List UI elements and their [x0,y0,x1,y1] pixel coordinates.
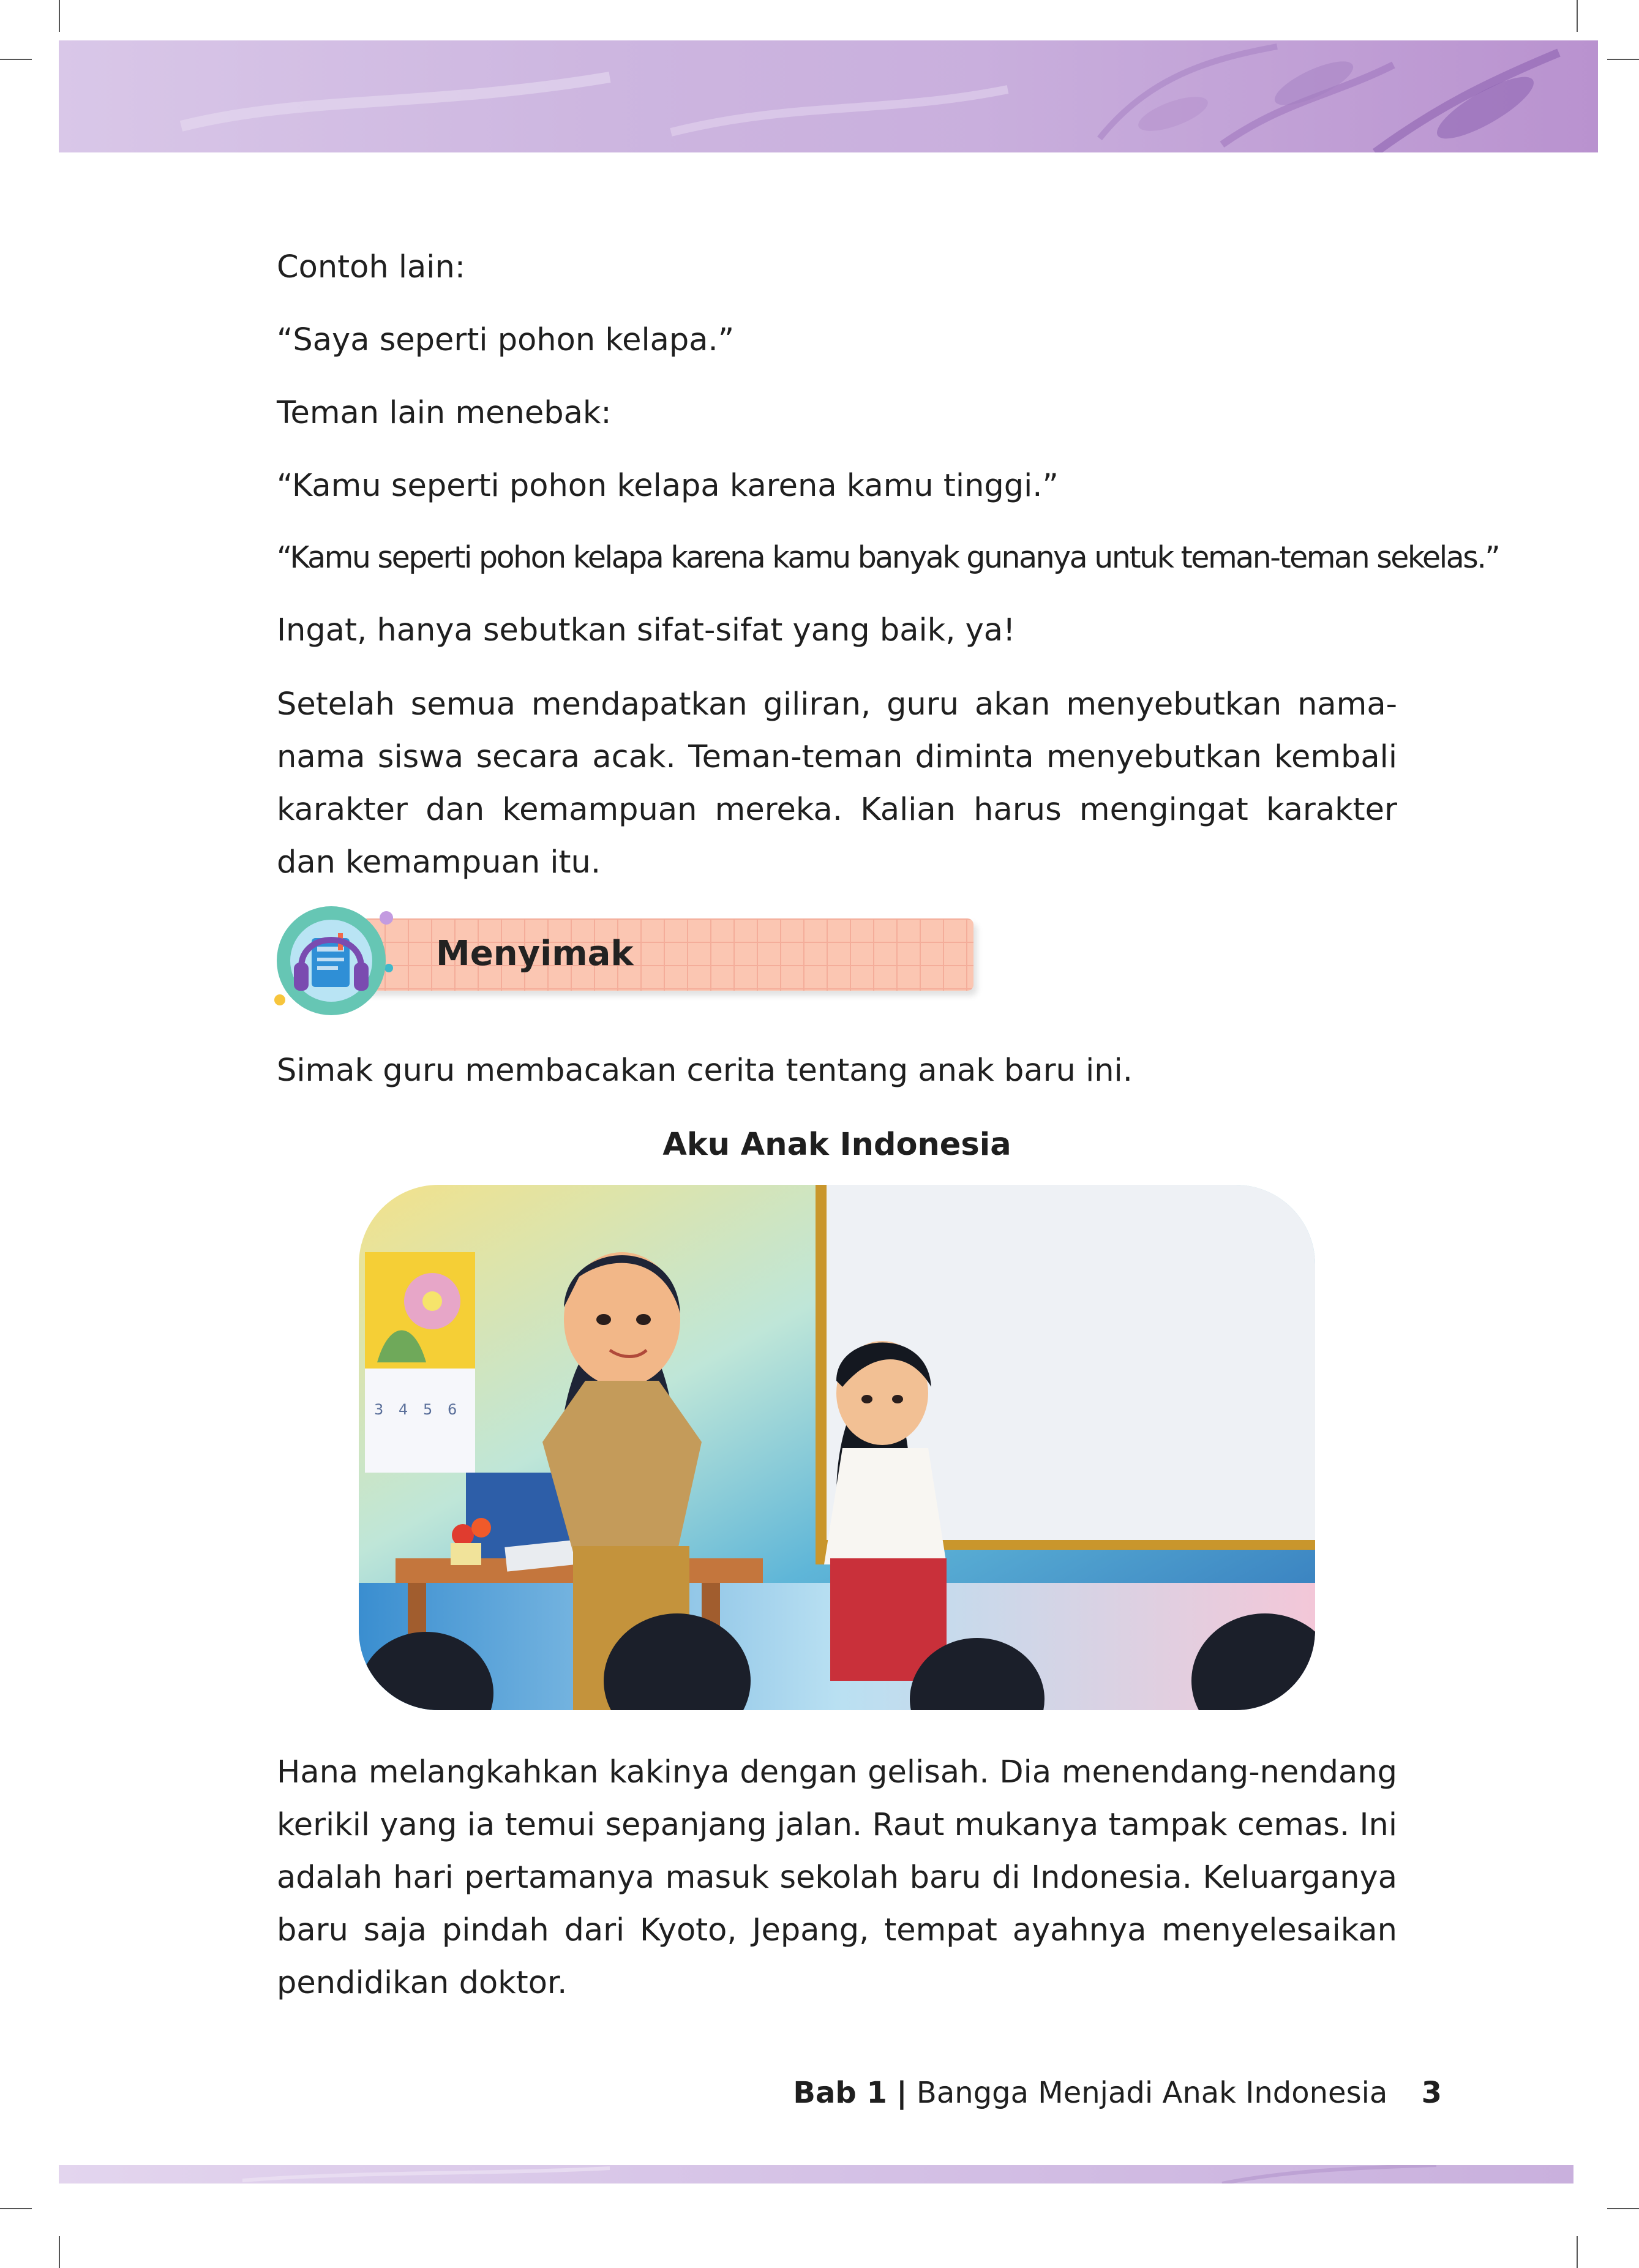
instruction-text: Simak guru membacakan cerita tentang ana… [277,1053,1133,1089]
crop-mark [0,2208,32,2209]
crop-mark [1607,59,1639,60]
classroom-scene: 3 4 5 6 [359,1185,1315,1710]
section-title: Menyimak [436,934,634,974]
classroom-illustration: 3 4 5 6 [359,1185,1315,1710]
chapter-label: Bab 1 [793,2076,887,2110]
text-line: Contoh lain: [277,249,465,285]
calendar-number: 4 [399,1401,408,1418]
paragraph: Setelah semua mendapatkan giliran, guru … [277,686,1397,881]
header-decoration-band [59,40,1598,152]
chapter-title: Bangga Menjadi Anak Indonesia [916,2076,1388,2110]
quote-line: “Kamu seperti pohon kelapa karena kamu b… [277,540,1501,575]
calendar-number: 3 [374,1401,383,1418]
story-paragraph: Hana melangkahkan kakinya dengan gelisah… [277,1754,1397,2001]
text-line: Teman lain menebak: [277,395,612,431]
quote-line: “Saya seperti pohon kelapa.” [277,322,735,358]
crop-mark [59,0,60,32]
decor-dot [384,964,393,972]
leaf-pattern [179,43,1561,152]
listening-badge [277,906,386,1015]
headphones-book-icon [294,933,369,991]
footer-separator: | [896,2076,907,2110]
quote-line: “Kamu seperti pohon kelapa karena kamu t… [277,468,1059,504]
leaf-pattern [242,2165,1437,2184]
crop-mark [1577,2236,1578,2268]
calendar-number: 6 [448,1401,457,1418]
crop-mark [59,2236,60,2268]
crop-mark [1607,2208,1639,2209]
calendar-number: 5 [423,1401,432,1418]
section-header-menyimak: Menyimak [269,903,992,1019]
footer-decoration-band [59,2165,1573,2184]
crop-mark [1577,0,1578,32]
reminder-line: Ingat, hanya sebutkan sifat-sifat yang b… [277,612,1016,648]
page-number: 3 [1421,2076,1442,2110]
crop-mark [0,59,32,60]
page-footer: Bab 1 | Bangga Menjadi Anak Indonesia 3 [793,2068,1442,2117]
story-title: Aku Anak Indonesia [662,1127,1011,1163]
